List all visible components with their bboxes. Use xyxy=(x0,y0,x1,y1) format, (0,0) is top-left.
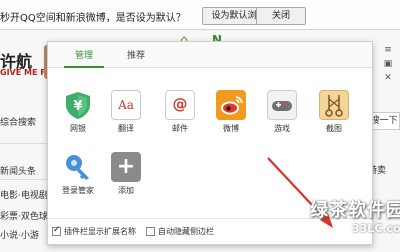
watermark-text: 绿茶软件园 xyxy=(310,200,400,221)
watermark: 绿茶软件园 33LC.com xyxy=(300,196,400,252)
watermark-url: 33LC.com xyxy=(352,222,400,235)
